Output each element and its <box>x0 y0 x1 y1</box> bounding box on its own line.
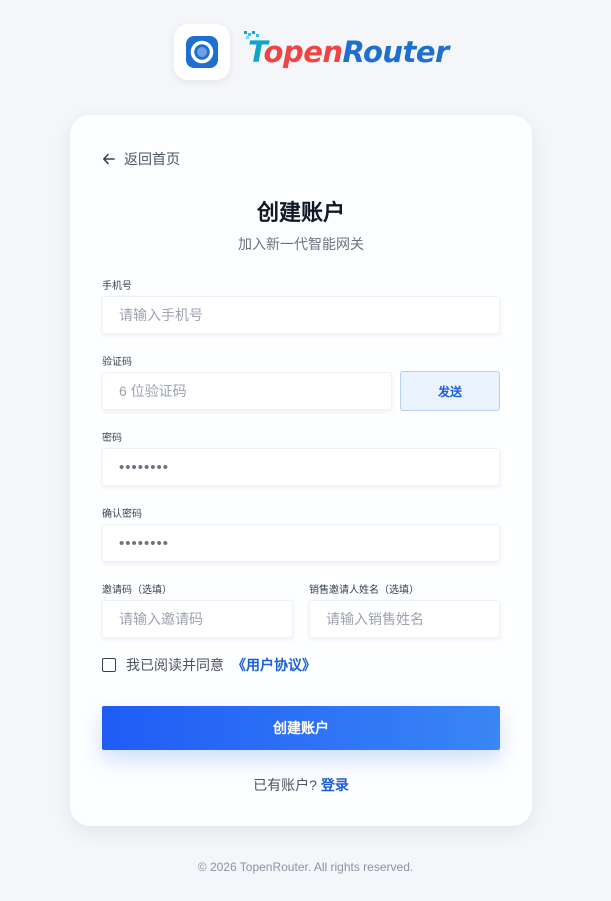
agreement-checkbox[interactable] <box>102 658 116 672</box>
send-code-button[interactable]: 发送 <box>400 371 500 411</box>
password-label: 密码 <box>102 433 122 444</box>
create-account-button[interactable]: 创建账户 <box>102 706 500 750</box>
invite-code-label: 邀请码（选填） <box>102 585 172 596</box>
confirm-password-value: •••••••• <box>119 534 170 552</box>
brand-wordmark: TopenRouter <box>244 30 449 69</box>
code-input[interactable]: 6 位验证码 <box>102 372 392 410</box>
brand-wordmark-open: open <box>263 34 344 69</box>
page-title: 创建账户 <box>256 200 345 225</box>
user-agreement-link[interactable]: 《用户协议》 <box>232 655 316 675</box>
brand-wordmark-outer: outer <box>362 34 449 69</box>
phone-label: 手机号 <box>102 281 132 292</box>
invite-code-input[interactable]: 请输入邀请码 <box>102 600 293 638</box>
invite-code-placeholder: 请输入邀请码 <box>119 611 203 627</box>
pixel-dots-icon <box>244 30 259 39</box>
sales-name-placeholder: 请输入销售姓名 <box>326 611 424 627</box>
login-prompt: 已有账户? <box>253 777 317 793</box>
confirm-password-label: 确认密码 <box>102 509 142 520</box>
code-placeholder: 6 位验证码 <box>119 383 187 399</box>
brand: TopenRouter <box>174 24 449 80</box>
password-input[interactable]: •••••••• <box>102 448 500 486</box>
phone-placeholder: 请输入手机号 <box>119 307 203 323</box>
sales-name-input[interactable]: 请输入销售姓名 <box>309 600 500 638</box>
sales-name-label: 销售邀请人姓名（选填） <box>309 585 419 596</box>
app-logo-icon <box>174 24 230 80</box>
password-value: •••••••• <box>119 458 170 476</box>
back-home-link[interactable]: 返回首页 <box>102 149 180 169</box>
arrow-left-icon <box>103 153 115 165</box>
agreement-text: 我已阅读并同意 <box>126 657 224 673</box>
back-home-label: 返回首页 <box>124 151 180 167</box>
phone-input[interactable]: 请输入手机号 <box>102 296 500 334</box>
page-subtitle: 加入新一代智能网关 <box>238 236 364 252</box>
agreement-row: 我已阅读并同意 《用户协议》 <box>102 655 316 675</box>
brand-wordmark-r: R <box>342 34 364 69</box>
login-link[interactable]: 登录 <box>321 777 349 793</box>
confirm-password-input[interactable]: •••••••• <box>102 524 500 562</box>
code-label: 验证码 <box>102 357 132 368</box>
login-row: 已有账户? 登录 <box>70 775 532 795</box>
signup-card: 返回首页 创建账户 加入新一代智能网关 手机号 请输入手机号 验证码 6 位验证… <box>70 115 532 826</box>
footer-copyright: © 2026 TopenRouter. All rights reserved. <box>197 860 414 874</box>
